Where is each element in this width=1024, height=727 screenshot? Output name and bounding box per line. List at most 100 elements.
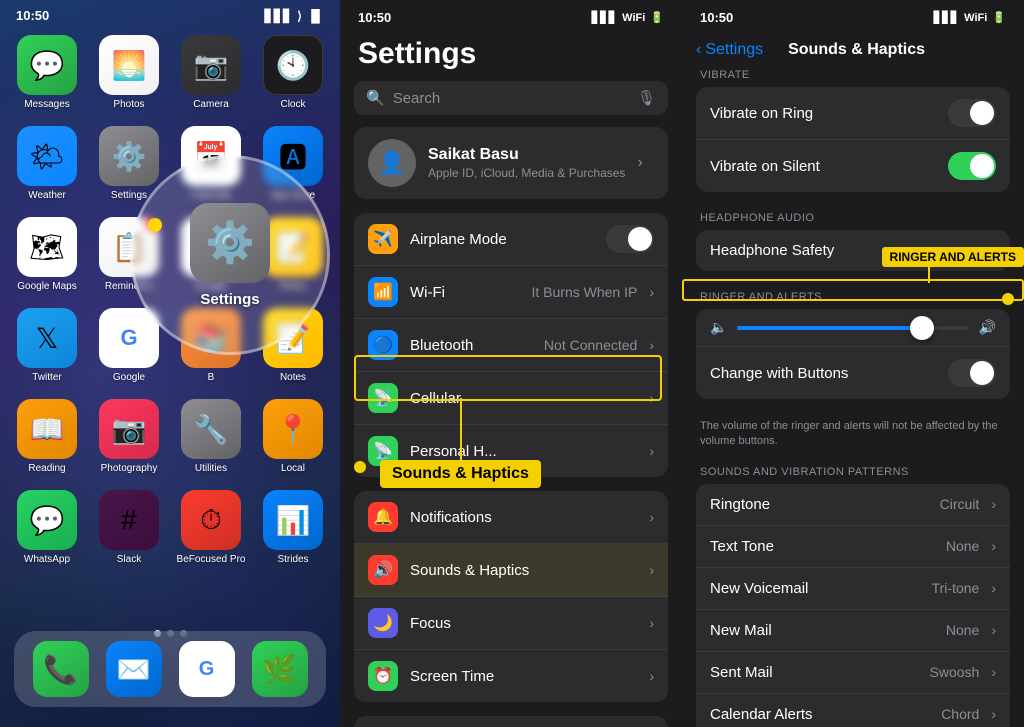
settings-title: Settings xyxy=(340,31,682,81)
search-bar[interactable]: 🔍 Search 🎙 xyxy=(354,81,668,115)
vibrate-silent-toggle[interactable] xyxy=(948,152,996,180)
ringer-annotation-dot xyxy=(1002,293,1014,305)
status-icons-home: ▋▋▋ ⟩ ▐▌ xyxy=(265,9,324,23)
signal-icon: ▋▋▋ xyxy=(265,9,293,23)
status-icons-settings: ▋▋▋ WiFi 🔋 xyxy=(592,11,664,24)
focus-icon: 🌙 xyxy=(368,608,398,638)
wifi-settings: WiFi xyxy=(622,12,645,24)
vol-low-icon: 🔈 xyxy=(710,319,727,336)
avatar: 👤 xyxy=(368,139,416,187)
row-bluetooth[interactable]: 🔵 Bluetooth Not Connected › xyxy=(354,319,668,372)
row-cellular[interactable]: 📡 Cellular › xyxy=(354,372,668,425)
vol-high-icon: 🔊 xyxy=(979,319,996,336)
app-strides[interactable]: 📊 Strides xyxy=(257,490,329,565)
row-wifi[interactable]: 📶 Wi-Fi It Burns When IP › xyxy=(354,266,668,319)
info-text: The volume of the ringer and alerts will… xyxy=(682,413,1024,460)
app-befocused[interactable]: ⏱ BeFocused Pro xyxy=(175,490,247,565)
search-placeholder: Search xyxy=(393,90,441,107)
airplane-toggle[interactable] xyxy=(606,225,654,253)
dock-mail[interactable]: ✉️ xyxy=(106,641,162,697)
row-ringtone[interactable]: Ringtone Circuit › xyxy=(696,484,1010,526)
row-sent-mail[interactable]: Sent Mail Swoosh › xyxy=(696,652,1010,694)
app-reading[interactable]: 📖 Reading xyxy=(11,399,83,474)
app-weather[interactable]: 🌤 Weather xyxy=(11,126,83,201)
app-slack[interactable]: # Slack xyxy=(93,490,165,565)
row-text-tone[interactable]: Text Tone None › xyxy=(696,526,1010,568)
wifi-sounds: WiFi xyxy=(964,12,987,24)
app-utilities[interactable]: 🔧 Utilities xyxy=(175,399,247,474)
bluetooth-icon: 🔵 xyxy=(368,330,398,360)
settings-group-general: ⚙️ General › xyxy=(354,716,668,727)
settings-overlay-label: Settings xyxy=(200,291,259,308)
profile-sub: Apple ID, iCloud, Media & Purchases xyxy=(428,166,625,180)
ringer-section-container: RINGER AND ALERTS xyxy=(682,285,1024,307)
signal-sounds: ▋▋▋ xyxy=(934,11,959,24)
volume-track[interactable] xyxy=(737,326,968,330)
row-screentime[interactable]: ⏰ Screen Time › xyxy=(354,650,668,702)
app-camera[interactable]: 📷 Camera xyxy=(175,35,247,110)
row-new-voicemail[interactable]: New Voicemail Tri-tone › xyxy=(696,568,1010,610)
settings-overlay: ⚙️ Settings xyxy=(130,155,330,355)
patterns-section-label: SOUNDS AND VIBRATION PATTERNS xyxy=(682,460,1024,482)
dock: 📞 ✉️ G 🌿 xyxy=(14,631,326,707)
status-bar-settings: 10:50 ▋▋▋ WiFi 🔋 xyxy=(340,0,682,31)
profile-row[interactable]: 👤 Saikat Basu Apple ID, iCloud, Media & … xyxy=(354,127,668,199)
signal-settings: ▋▋▋ xyxy=(592,11,617,24)
patterns-group: Ringtone Circuit › Text Tone None › New … xyxy=(696,484,1010,727)
settings-panel: 10:50 ▋▋▋ WiFi 🔋 Settings 🔍 Search 🎙 👤 S… xyxy=(340,0,682,727)
row-general[interactable]: ⚙️ General › xyxy=(354,716,668,727)
row-vibrate-silent[interactable]: Vibrate on Silent xyxy=(696,140,1010,192)
profile-text: Saikat Basu Apple ID, iCloud, Media & Pu… xyxy=(428,146,625,180)
battery-icon: ▐▌ xyxy=(307,9,324,23)
app-whatsapp[interactable]: 💬 WhatsApp xyxy=(11,490,83,565)
dock-chrome[interactable]: G xyxy=(179,641,235,697)
app-photography[interactable]: 📷 Photography xyxy=(93,399,165,474)
battery-sounds: 🔋 xyxy=(992,11,1006,24)
change-buttons-toggle[interactable] xyxy=(948,359,996,387)
home-screen: 10:50 ▋▋▋ ⟩ ▐▌ 💬 Messages 🌅 Photos 📷 Cam… xyxy=(0,0,340,727)
time-settings: 10:50 xyxy=(358,10,391,25)
row-notifications[interactable]: 🔔 Notifications › xyxy=(354,491,668,544)
back-chevron: ‹ xyxy=(696,41,701,59)
app-messages[interactable]: 💬 Messages xyxy=(11,35,83,110)
app-local[interactable]: 📍 Local xyxy=(257,399,329,474)
app-photos[interactable]: 🌅 Photos xyxy=(93,35,165,110)
row-calendar-alerts[interactable]: Calendar Alerts Chord › xyxy=(696,694,1010,727)
sounds-nav-title: Sounds & Haptics xyxy=(771,41,942,59)
battery-settings: 🔋 xyxy=(650,11,664,24)
sounds-row-dot xyxy=(354,461,366,473)
volume-row: 🔈 🔊 xyxy=(696,309,1010,347)
screentime-icon: ⏰ xyxy=(368,661,398,691)
headphone-section-label: HEADPHONE AUDIO xyxy=(682,206,1024,228)
status-icons-sounds: ▋▋▋ WiFi 🔋 xyxy=(934,11,1006,24)
row-personal-hotspot[interactable]: 📡 Personal H... › xyxy=(354,425,668,477)
settings-group-connectivity: ✈️ Airplane Mode 📶 Wi-Fi It Burns When I… xyxy=(354,213,668,477)
sounds-icon: 🔊 xyxy=(368,555,398,585)
ringer-arrow-line xyxy=(928,265,930,283)
volume-fill xyxy=(737,326,922,330)
vibrate-ring-toggle[interactable] xyxy=(948,99,996,127)
dock-app[interactable]: 🌿 xyxy=(252,641,308,697)
wifi-row-icon: 📶 xyxy=(368,277,398,307)
row-airplane[interactable]: ✈️ Airplane Mode xyxy=(354,213,668,266)
settings-group-notifications: 🔔 Notifications › 🔊 Sounds & Haptics › 🌙… xyxy=(354,491,668,702)
app-maps[interactable]: 🗺 Google Maps xyxy=(11,217,83,292)
app-clock[interactable]: 🕙 Clock xyxy=(257,35,329,110)
time-home: 10:50 xyxy=(16,8,49,23)
search-icon: 🔍 xyxy=(366,89,385,107)
nav-bar-sounds: ‹ Settings Sounds & Haptics xyxy=(682,31,1024,63)
back-button[interactable]: ‹ Settings xyxy=(696,41,763,59)
row-sounds-haptics[interactable]: 🔊 Sounds & Haptics › xyxy=(354,544,668,597)
row-change-buttons[interactable]: Change with Buttons xyxy=(696,347,1010,399)
volume-thumb[interactable] xyxy=(910,316,934,340)
row-vibrate-ring[interactable]: Vibrate on Ring xyxy=(696,87,1010,140)
hotspot-icon: 📡 xyxy=(368,436,398,466)
vibrate-group: Vibrate on Ring Vibrate on Silent xyxy=(696,87,1010,192)
row-focus[interactable]: 🌙 Focus › xyxy=(354,597,668,650)
dock-phone[interactable]: 📞 xyxy=(33,641,89,697)
row-new-mail[interactable]: New Mail None › xyxy=(696,610,1010,652)
sounds-haptics-panel: 10:50 ▋▋▋ WiFi 🔋 ‹ Settings Sounds & Hap… xyxy=(682,0,1024,727)
app-twitter[interactable]: 𝕏 Twitter xyxy=(11,308,83,383)
ringer-section-label: RINGER AND ALERTS xyxy=(682,285,1024,307)
profile-chevron: › xyxy=(637,154,642,172)
